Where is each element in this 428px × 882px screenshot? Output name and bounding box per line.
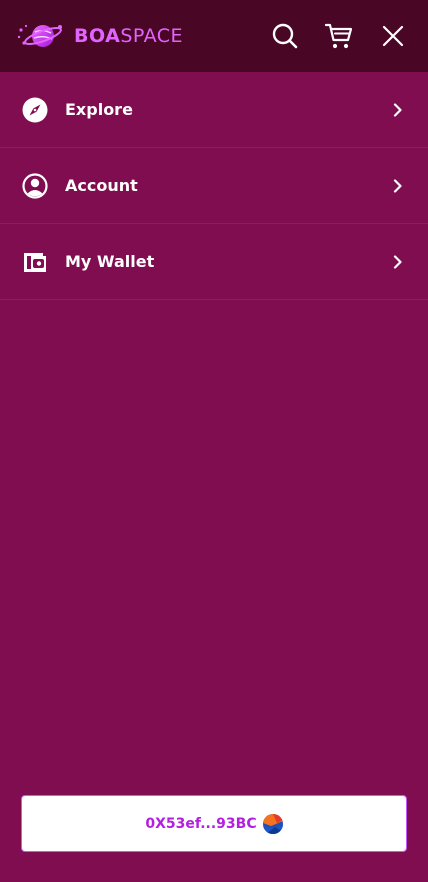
brand-name-bold: BOA [74, 24, 121, 47]
navigation-menu: Explore Account My Wallet [0, 72, 428, 300]
menu-item-label: Account [65, 176, 138, 195]
compass-icon [22, 97, 48, 123]
brand-name: BOASPACE [74, 24, 184, 47]
wallet-icon [22, 249, 48, 275]
chevron-right-icon [390, 178, 406, 194]
cart-button[interactable] [324, 21, 354, 51]
search-icon [272, 23, 298, 49]
user-circle-icon [22, 172, 48, 199]
close-button[interactable] [378, 21, 408, 51]
planet-logo-icon [17, 24, 62, 47]
wallet-address: 0X53ef...93BC [145, 815, 257, 832]
brand-logo-link[interactable]: BOASPACE [16, 20, 183, 52]
menu-item-label: Explore [65, 100, 133, 119]
menu-item-my-wallet[interactable]: My Wallet [0, 224, 428, 300]
chevron-right-icon [390, 254, 406, 270]
search-button[interactable] [270, 21, 300, 51]
wallet-address-button[interactable]: 0X53ef...93BC [21, 795, 407, 852]
brand-name-light: SPACE [120, 24, 184, 47]
menu-item-label: My Wallet [65, 252, 155, 271]
header-bar: BOASPACE [0, 0, 428, 72]
header-actions [270, 21, 408, 51]
wallet-avatar-icon [262, 813, 283, 834]
chevron-right-icon [390, 102, 406, 118]
mobile-menu-page: BOASPACE Explore Account My Wallet 0X53e… [0, 0, 428, 882]
cart-icon [324, 23, 353, 49]
menu-item-explore[interactable]: Explore [0, 72, 428, 148]
close-icon [382, 25, 404, 47]
menu-item-account[interactable]: Account [0, 148, 428, 224]
